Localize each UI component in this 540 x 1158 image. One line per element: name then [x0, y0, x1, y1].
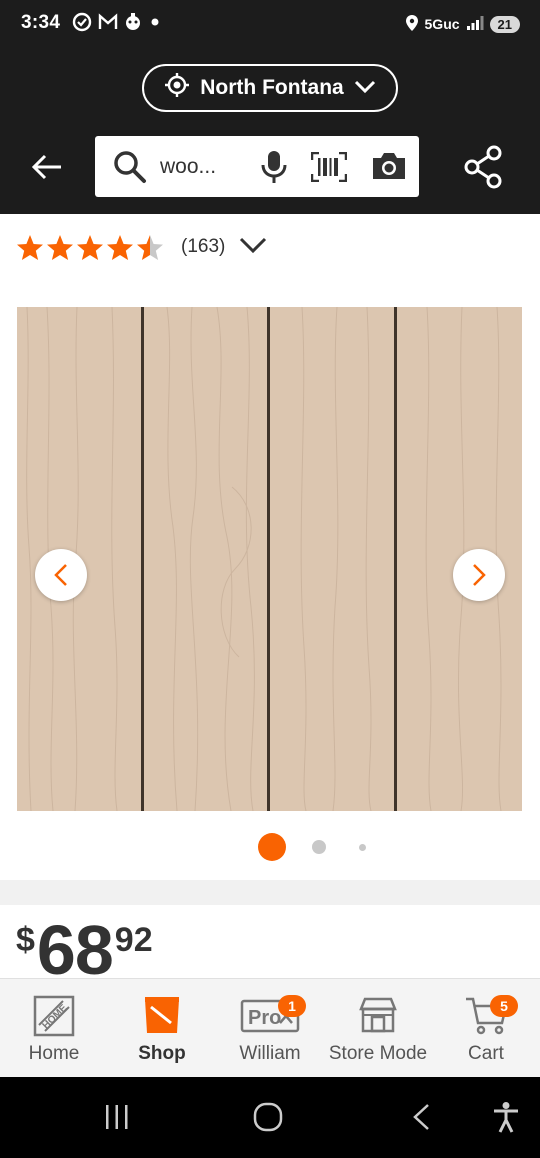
search-bar[interactable]: woo... [95, 136, 419, 197]
review-count: (163) [181, 236, 226, 257]
back-button[interactable] [26, 146, 68, 188]
chevron-left-icon [54, 564, 67, 586]
bottom-navigation: HOME Home Shop Pro 1 William Store Mode … [0, 978, 540, 1077]
price-currency: $ [16, 921, 35, 959]
carousel-next-button[interactable] [453, 549, 505, 601]
nav-label-cart: Cart [468, 1043, 504, 1064]
nav-item-home[interactable]: HOME Home [0, 979, 108, 1078]
status-time: 3:34 [21, 12, 61, 33]
star-rating [16, 232, 166, 262]
cart-badge: 5 [490, 995, 518, 1017]
app-icon [124, 12, 142, 37]
price-dollars: 68 [36, 911, 114, 989]
home-depot-logo-icon: HOME [33, 995, 75, 1037]
camera-icon[interactable] [370, 150, 408, 187]
location-target-icon [164, 72, 190, 104]
back-chevron-icon [413, 1104, 429, 1130]
barcode-scanner-icon[interactable] [310, 151, 348, 187]
nfc-icon [72, 12, 92, 37]
recents-icon [106, 1105, 128, 1129]
carousel-prev-button[interactable] [35, 549, 87, 601]
nav-item-cart[interactable]: 5 Cart [432, 979, 540, 1078]
rating-row[interactable]: (163) [16, 232, 267, 262]
shop-bucket-icon [145, 997, 179, 1033]
battery-indicator: 21 [489, 15, 520, 33]
share-button[interactable] [462, 144, 504, 190]
price-card: $ 68 92 [0, 905, 540, 985]
home-button[interactable] [247, 1097, 289, 1137]
store-name: North Fontana [200, 76, 344, 99]
app-header: North Fontana woo... [0, 50, 540, 214]
status-system-icons: 5Guc 21 [405, 12, 520, 36]
microphone-icon[interactable] [260, 149, 288, 190]
network-label: 5Guc [424, 16, 460, 32]
product-card: (163) [0, 214, 540, 880]
store-icon [359, 997, 397, 1033]
chevron-right-icon [473, 564, 486, 586]
svg-text:Pro: Pro [248, 1007, 281, 1029]
search-input[interactable]: woo... [160, 155, 216, 179]
wood-siding-image [17, 307, 522, 811]
status-bar: 3:34 5Guc 21 [0, 0, 540, 50]
price-cents: 92 [114, 921, 153, 959]
home-circle-icon [253, 1102, 283, 1132]
signal-icon [466, 15, 484, 34]
pro-badge: 1 [278, 995, 306, 1017]
stars-icon [17, 235, 163, 260]
price: $ 68 92 [16, 915, 153, 985]
carousel-dot-active[interactable] [258, 833, 286, 861]
nav-item-shop[interactable]: Shop [108, 979, 216, 1078]
chevron-down-icon [354, 76, 376, 100]
carousel-dot[interactable] [312, 840, 326, 854]
nav-label-home: Home [28, 1043, 80, 1064]
carousel-indicators [0, 832, 540, 862]
product-image[interactable] [17, 307, 522, 811]
search-icon [113, 150, 147, 189]
nav-item-pro[interactable]: Pro 1 William [216, 979, 324, 1078]
status-notification-icons [72, 12, 162, 36]
system-navigation-bar [0, 1077, 540, 1158]
accessibility-button[interactable] [486, 1097, 526, 1137]
share-icon [464, 145, 502, 189]
nav-label-store-mode: Store Mode [328, 1043, 428, 1064]
recents-button[interactable] [96, 1097, 138, 1137]
accessibility-icon [494, 1102, 518, 1133]
system-back-button[interactable] [400, 1097, 442, 1137]
svg-text:HOME: HOME [41, 1002, 70, 1031]
carousel-dot[interactable] [359, 844, 366, 851]
nav-item-store-mode[interactable]: Store Mode [324, 979, 432, 1078]
nav-label-shop: Shop [138, 1043, 186, 1064]
back-arrow-icon [31, 154, 61, 180]
store-selector[interactable]: North Fontana [142, 64, 398, 112]
location-icon [405, 14, 419, 35]
nav-label-william: William [239, 1043, 301, 1064]
gmail-icon [98, 12, 118, 36]
chevron-down-icon [239, 236, 267, 259]
dot-icon [148, 15, 162, 34]
